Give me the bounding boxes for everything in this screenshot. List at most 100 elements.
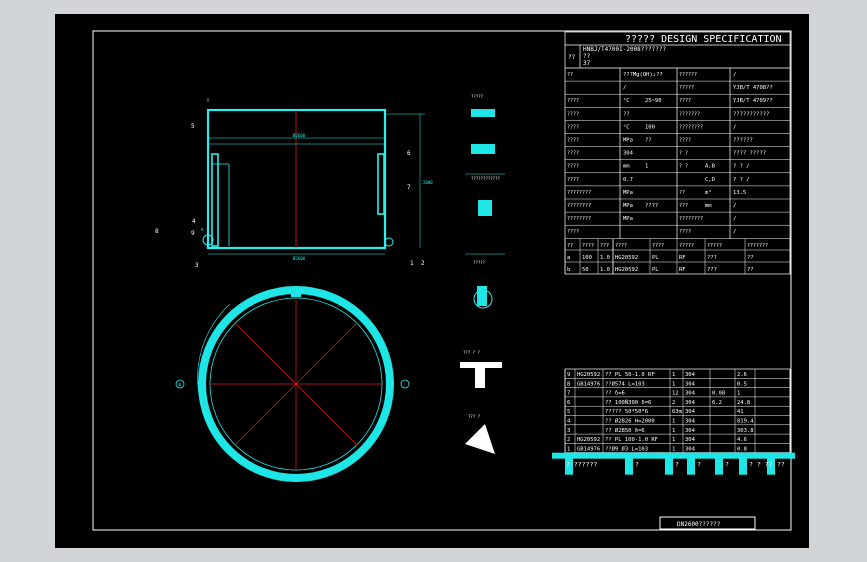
spec-row-label: ???? [567,111,579,117]
spec-rows: ?? ???Mg(OH)₂???????? / /????? YJB/T 4708???… [565,72,790,239]
spec-row-value: mm [623,164,630,170]
detail-label-4: ??? ? ? [463,350,480,355]
bom-cell: 304 [685,400,696,406]
spec-row-label: ???????? [567,190,591,196]
spec-row-value: 304 [623,151,634,157]
nozzle-cell: RF [679,267,686,273]
spec-row-label: ?? [567,72,573,78]
nozzle-cell: HG20592 [615,255,638,261]
spec-row-label2: ?? [679,190,685,196]
spec-row-value3: YJB/T 4709?? [733,98,773,104]
callout-9: 9 [191,230,195,237]
spec-row-unit: A,B [705,164,716,170]
viewer-background: DN2600?????? ????? DESIGN SPECIFICATION … [0,0,867,562]
spec-row-label2: ???? [679,98,691,104]
nozzle-header-cell: ???? [652,243,664,249]
bom-cell: 7 [567,391,570,397]
nozzle-header-cell: ?? [567,243,573,249]
bom-cell: 304 [685,372,696,378]
spec-row-value3: / [733,216,736,222]
spec-row-label: ???? [567,229,579,235]
nozzle-cell: RF [679,255,686,261]
spec-row-value: 0.7 [623,177,633,183]
title-block-text: DN2600?????? [677,521,721,528]
detail-label-3: ????? [473,260,486,265]
spec-row-value3: / [733,229,736,235]
bom-cell: ?? Ø2B50 δ=6 [605,427,645,434]
spec-row-label: ???? [567,138,579,144]
bom-cell: ?? PL 100-1.0 RF [605,437,658,443]
spec-row-unit: C,D [705,177,715,183]
spec-row-value3: ??????????? [733,111,769,117]
spec-row-value3: / [733,124,736,130]
bom-cell: 24.8 [737,400,750,406]
spec-row-label: ???? [567,98,579,104]
spec-row-label2: ???????? [679,216,703,222]
nozzle-cell: ??? [707,255,717,261]
spec-row-label2: ?????? [679,72,697,78]
bom-cell: 2 [567,437,570,443]
bom-table: 9 HG20592 ?? PL 50-1.0 RF 1 304 2.6 8 GB14976??… [552,368,795,475]
bom-cell: ?? δ=6 [605,391,625,397]
bom-cell: 4.6 [737,437,747,443]
spec-row-label2: ??????? [679,111,700,117]
detail-views [460,109,505,454]
detail-label-2: ???????????? [471,176,500,181]
bom-cell: 0.08 [712,391,725,397]
nozzle-cell: b [567,267,570,273]
spec-row-value: ?? [623,111,630,117]
bom-footer-cell: ? [675,461,679,469]
bom-cell: 0.8 [737,446,747,452]
drawing-svg: DN2600?????? ????? DESIGN SPECIFICATION … [92,30,795,531]
callout-1: 1 [410,260,414,267]
spec-row-label2: ???? [679,229,691,235]
spec-std-line1: HNBJ/T4700I-2008??????? [583,46,666,53]
spec-row-label2: ??? [679,203,688,209]
callout-8: 8 [155,228,159,235]
spec-row-value3: 13.5 [733,190,746,196]
bom-footer-cell: ? [697,461,701,469]
callout-2: 2 [421,260,425,267]
bom-footer-cell: ? ? ?? [749,461,773,469]
callout-5: 5 [191,123,195,130]
nozzle-cell: 100 [582,255,592,261]
spec-row-value3: / [733,72,736,78]
nozzle-cell: ?? [747,255,754,261]
spec-row-unit: mm [705,203,712,209]
spec-row-label: ???? [567,177,579,183]
nozzle-cell: a [567,255,570,261]
detail-label-5: ??? ? [468,414,481,419]
bom-cell: 303.8 [737,428,754,434]
dim-right: 2000 [423,180,433,185]
bom-cell: ?? Ø2B26 H=2000 [605,418,655,425]
bom-cell: ?? 100Ñ300 δ=6 [605,399,651,406]
callout-7: 7 [407,184,411,191]
spec-std-label: ?? [568,54,576,61]
spec-row-label2: ???? [679,138,691,144]
bom-cell: ??Ø9 Ø3 L=103 [605,445,648,452]
bom-cell: 41 [737,409,744,415]
nozzle-cell: ?? [747,267,754,273]
callout-4: 4 [192,218,196,225]
spec-std-line3: 37 [583,60,591,67]
dim-top: Ø2600 [293,133,306,138]
bom-cell: GB14976 [577,446,600,452]
spec-row-value3: ? ? / [733,177,750,183]
cad-drawing-canvas[interactable]: DN2600?????? ????? DESIGN SPECIFICATION … [55,14,809,548]
nozzle-header-cell: ????? [707,243,722,249]
bom-cell: ????? 50*50*6 [605,409,648,415]
bom-cell: HG20592 [577,372,600,378]
plan-view: a [175,286,410,482]
callout-6: 6 [407,150,411,157]
label-b-nozzle: b [201,227,204,232]
bom-cell: ??Ø574 L=103 [605,380,645,387]
spec-row-label2: ???????? [679,124,703,130]
elevation-view: Ø2600 Ø2600 2000 5 6 7 4 9 8 3 1 2 b [155,98,433,269]
spec-row-value: MPa [623,203,633,209]
nozzle-header-cell: ??????? [747,243,768,249]
bom-cell: ?? PL 50-1.0 RF [605,372,655,378]
spec-row-label: ???? [567,124,579,130]
nozzle-cell: 1.0 [600,267,610,273]
nozzle-header-cell: ???? [582,243,594,249]
bom-cell: 63m [672,409,683,415]
